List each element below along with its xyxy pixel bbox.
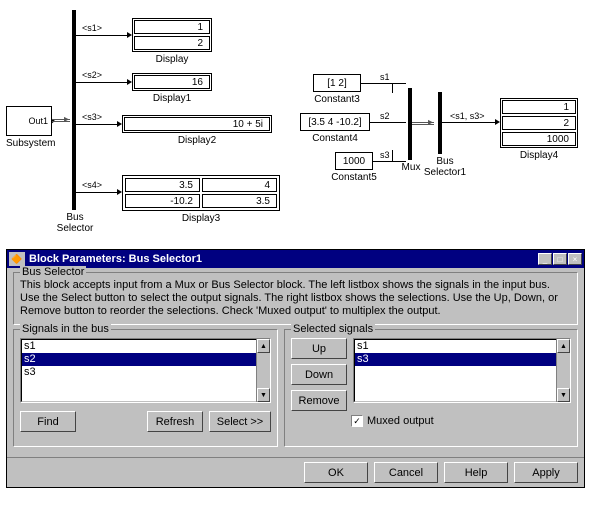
constant-value: [1 2] [327, 78, 346, 89]
scroll-up-icon[interactable]: ▲ [557, 339, 570, 353]
select-button[interactable]: Select >> [209, 411, 271, 432]
display4-block[interactable]: 1 2 1000 [500, 98, 578, 148]
display-value: 3.5 [125, 178, 200, 192]
dialog-button-bar: OK Cancel Help Apply [7, 457, 584, 487]
display-caption: Display [132, 54, 212, 65]
bus-arrow-icon: ▸ [428, 117, 433, 128]
bus-selector-block[interactable] [72, 10, 76, 210]
apply-button[interactable]: Apply [514, 462, 578, 483]
display-value: 3.5 [202, 194, 277, 208]
signal-label: s1 [380, 72, 390, 82]
wire [370, 122, 406, 123]
display-value: 2 [134, 36, 210, 50]
display4-caption: Display4 [500, 150, 578, 161]
scroll-down-icon[interactable]: ▼ [257, 388, 270, 402]
scrollbar[interactable]: ▲ ▼ [556, 339, 570, 402]
wire [361, 83, 406, 84]
list-item[interactable]: s3 [355, 353, 569, 366]
signal-label-s1: <s1> [82, 23, 102, 33]
signal-label-s3: <s3> [82, 112, 102, 122]
wire [76, 192, 120, 193]
list-item[interactable]: s1 [355, 340, 569, 353]
muxed-output-label: Muxed output [367, 415, 434, 427]
subsystem-port-label: Out1 [28, 116, 48, 126]
display1-block[interactable]: 16 [132, 73, 212, 91]
dialog-title: Block Parameters: Bus Selector1 [29, 253, 538, 265]
wire [392, 150, 393, 161]
display2-block[interactable]: 10 + 5i [122, 115, 272, 133]
display-value: 2 [502, 116, 576, 130]
constant3-caption: Constant3 [303, 94, 371, 105]
list-item[interactable]: s2 [22, 353, 269, 366]
bus-selector-caption: Bus Selector [50, 212, 100, 234]
signals-group: Signals in the bus s1 s2 s3 ▲ ▼ F [13, 329, 278, 447]
constant5-block[interactable]: 1000 [335, 152, 373, 170]
display-value: -10.2 [125, 194, 200, 208]
constant4-block[interactable]: [3.5 4 -10.2] [300, 113, 370, 131]
block-parameters-dialog: 🔶 Block Parameters: Bus Selector1 _ □ × … [6, 249, 585, 488]
maximize-button[interactable]: □ [553, 253, 567, 265]
constant3-block[interactable]: [1 2] [313, 74, 361, 92]
wire [392, 83, 393, 93]
display3-caption: Display3 [122, 213, 280, 224]
bus-arrow-icon: ▸ [64, 114, 69, 125]
display2-caption: Display2 [122, 135, 272, 146]
simulink-diagram: Out1 Subsystem ▸ Bus Selector <s1> <s2> … [0, 0, 591, 245]
bus-selector1-block[interactable] [438, 92, 442, 154]
scrollbar[interactable]: ▲ ▼ [256, 339, 270, 402]
remove-button[interactable]: Remove [291, 390, 347, 411]
scroll-down-icon[interactable]: ▼ [557, 388, 570, 402]
muxed-output-checkbox[interactable]: ✓ [351, 415, 363, 427]
bus-selector1-caption: Bus Selector1 [420, 156, 470, 178]
subsystem-caption: Subsystem [6, 138, 52, 149]
signal-label: s2 [380, 111, 390, 121]
selected-listbox[interactable]: s1 s3 ▲ ▼ [353, 338, 571, 403]
constant5-caption: Constant5 [320, 172, 388, 183]
find-button[interactable]: Find [20, 411, 76, 432]
down-button[interactable]: Down [291, 364, 347, 385]
help-button[interactable]: Help [444, 462, 508, 483]
close-button[interactable]: × [568, 253, 582, 265]
wire [76, 82, 130, 83]
display3-block[interactable]: 3.5 4 -10.2 3.5 [122, 175, 280, 211]
signal-label: <s1, s3> [450, 111, 485, 121]
constant4-caption: Constant4 [300, 133, 370, 144]
list-item[interactable]: s1 [22, 340, 269, 353]
signal-label-s4: <s4> [82, 180, 102, 190]
ok-button[interactable]: OK [304, 462, 368, 483]
signal-label-s2: <s2> [82, 70, 102, 80]
list-item[interactable]: s3 [22, 366, 269, 379]
signals-listbox[interactable]: s1 s2 s3 ▲ ▼ [20, 338, 271, 403]
display-value: 1 [134, 20, 210, 34]
group-label: Bus Selector [20, 266, 86, 278]
constant-value: 1000 [343, 156, 365, 167]
titlebar[interactable]: 🔶 Block Parameters: Bus Selector1 _ □ × [7, 250, 584, 268]
signal-label: s3 [380, 150, 390, 160]
wire [76, 35, 130, 36]
selected-label: Selected signals [291, 323, 375, 335]
app-icon: 🔶 [9, 252, 25, 266]
up-button[interactable]: Up [291, 338, 347, 359]
constant-value: [3.5 4 -10.2] [308, 117, 361, 128]
subsystem-block[interactable]: Out1 [6, 106, 52, 136]
display-value: 10 + 5i [124, 117, 270, 131]
display-value: 16 [134, 75, 210, 89]
signals-label: Signals in the bus [20, 323, 111, 335]
description-group: Bus Selector This block accepts input fr… [13, 272, 578, 325]
description-text: This block accepts input from a Mux or B… [20, 273, 571, 318]
minimize-button[interactable]: _ [538, 253, 552, 265]
wire [442, 122, 498, 123]
display-value: 1 [502, 100, 576, 114]
display-value: 1000 [502, 132, 576, 146]
selected-group: Selected signals Up Down Remove s1 s3 [284, 329, 578, 447]
display-block[interactable]: 1 2 [132, 18, 212, 52]
refresh-button[interactable]: Refresh [147, 411, 203, 432]
display-value: 4 [202, 178, 277, 192]
scroll-up-icon[interactable]: ▲ [257, 339, 270, 353]
wire [76, 124, 120, 125]
cancel-button[interactable]: Cancel [374, 462, 438, 483]
display1-caption: Display1 [132, 93, 212, 104]
